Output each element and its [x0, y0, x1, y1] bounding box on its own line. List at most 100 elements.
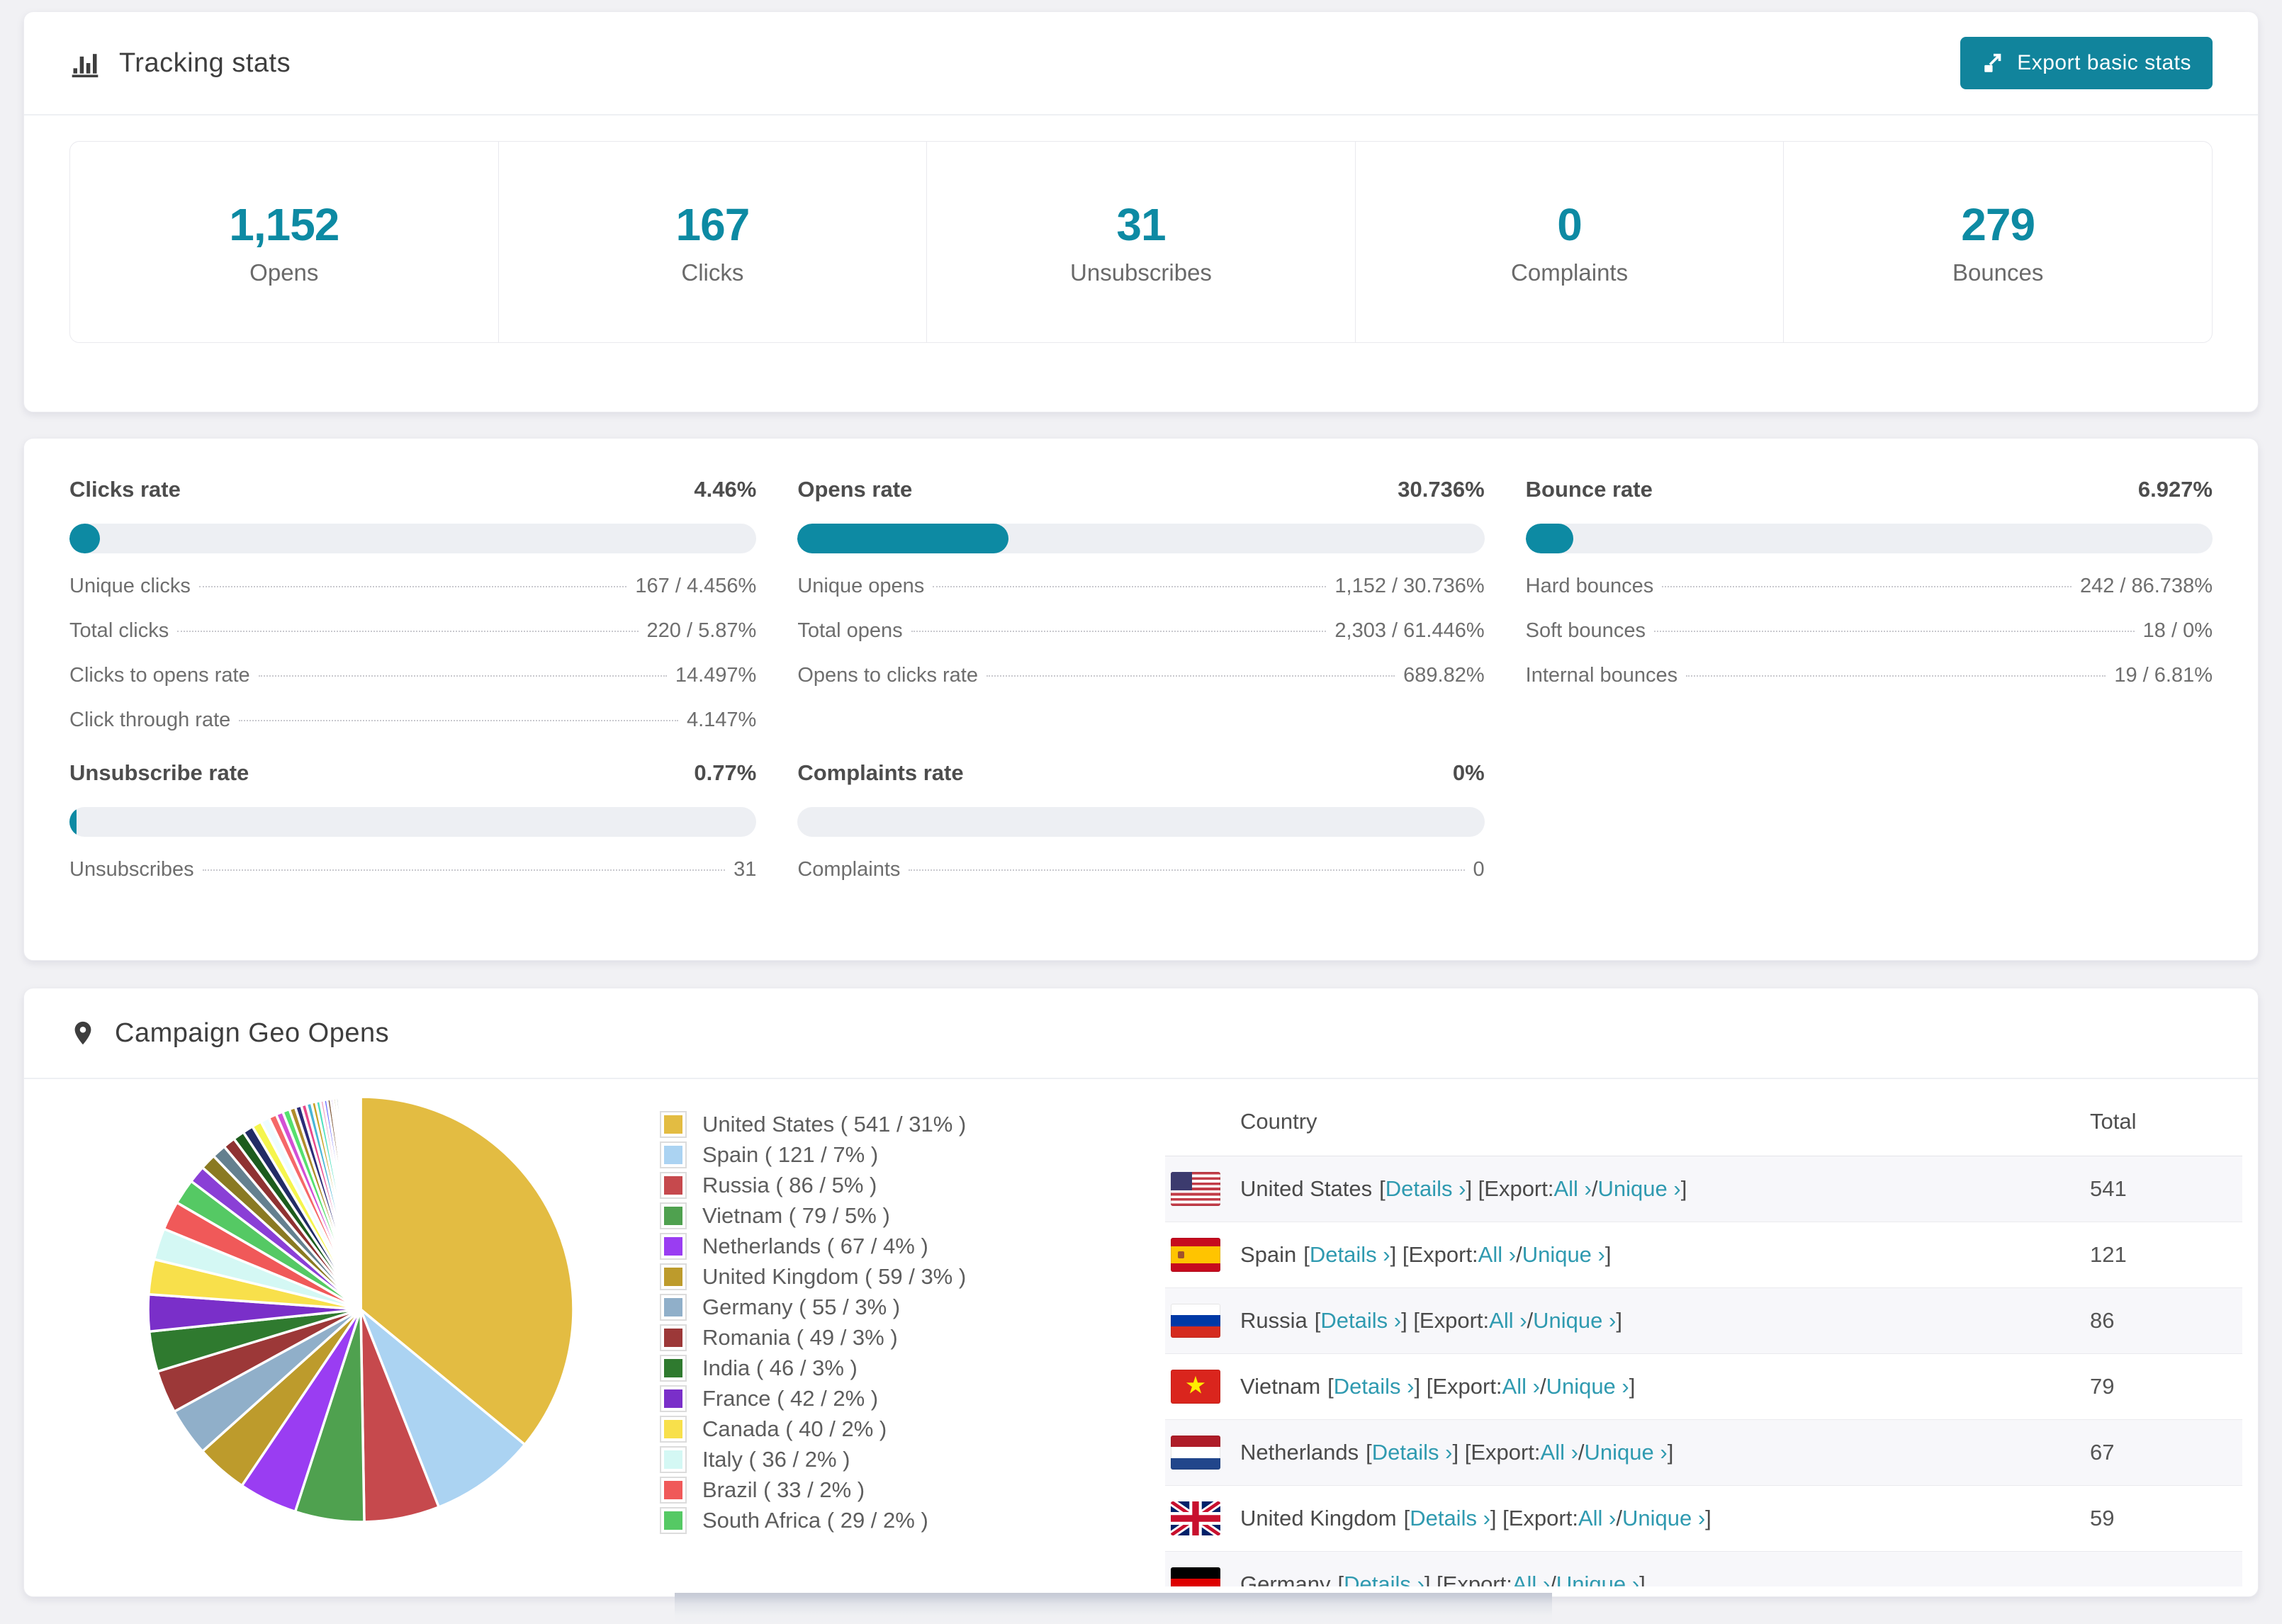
rate-header: Unsubscribe rate 0.77% — [69, 760, 756, 786]
export-all-link[interactable]: All › — [1502, 1374, 1540, 1399]
rate-detail-value: 689.82% — [1403, 664, 1485, 687]
rate-progress-fill — [1525, 524, 1573, 553]
separator-text: / — [1616, 1506, 1622, 1530]
export-unique-link[interactable]: Unique › — [1622, 1506, 1705, 1531]
details-link[interactable]: Details › — [1310, 1242, 1390, 1268]
total-value: 541 — [2090, 1176, 2127, 1201]
details-link[interactable]: Details › — [1410, 1506, 1490, 1531]
rate-progress-bar — [1525, 524, 2213, 553]
rate-value: 30.736% — [1398, 477, 1485, 502]
separator-text: / — [1539, 1374, 1546, 1399]
rate-value: 0.77% — [694, 760, 757, 785]
geo-table-header-country: Country — [1240, 1109, 1317, 1134]
export-unique-link[interactable]: Unique › — [1598, 1176, 1681, 1202]
rates-grid: Clicks rate 4.46% Unique clicks 167 / 4.456… — [69, 477, 2213, 881]
geo-card-title: Campaign Geo Opens — [69, 1017, 389, 1049]
rate-detail-label: Unique opens — [797, 575, 925, 597]
geo-legend: United States ( 541 / 31% ) Spain ( 121 /… — [633, 1109, 986, 1586]
legend-swatch — [660, 1202, 687, 1229]
stat-box: 1,152 Opens — [70, 142, 498, 342]
export-unique-link[interactable]: Unique › — [1585, 1440, 1668, 1465]
legend-swatch — [660, 1385, 687, 1412]
bracket-text: ] — [1616, 1308, 1622, 1333]
details-link[interactable]: Details › — [1344, 1572, 1424, 1586]
us-flag-icon — [1171, 1172, 1220, 1206]
export-all-link[interactable]: All › — [1578, 1506, 1616, 1531]
rate-header: Complaints rate 0% — [797, 760, 1484, 786]
details-link[interactable]: Details › — [1372, 1440, 1453, 1465]
rate-detail-label: Total clicks — [69, 619, 169, 642]
export-label: ] [Export: — [1390, 1242, 1478, 1267]
legend-swatch — [660, 1415, 687, 1443]
export-all-link[interactable]: All › — [1541, 1440, 1578, 1465]
separator-text: / — [1591, 1176, 1598, 1201]
country-name: United Kingdom — [1240, 1506, 1397, 1530]
legend-swatch — [660, 1263, 687, 1290]
legend-label: Netherlands ( 67 / 4% ) — [702, 1233, 928, 1258]
export-all-link[interactable]: All › — [1478, 1242, 1516, 1268]
rate-detail-row: Unsubscribes 31 — [69, 858, 756, 881]
details-link[interactable]: Details › — [1320, 1308, 1401, 1333]
rate-progress-bar — [797, 524, 1485, 553]
legend-label: Spain ( 121 / 7% ) — [702, 1141, 879, 1167]
separator-text: / — [1516, 1242, 1522, 1267]
bracket-text: ] — [1604, 1242, 1612, 1267]
rate-detail-value: 19 / 6.81% — [2114, 664, 2213, 687]
export-basic-stats-button[interactable]: Export basic stats — [1960, 37, 2213, 89]
leader-dots — [1662, 586, 2072, 587]
country-name: United States — [1240, 1176, 1373, 1201]
bracket-text: [ — [1379, 1176, 1386, 1201]
country-cell: Netherlands[Details ›] [Export: All › / … — [1165, 1436, 2079, 1470]
rate-detail-row: Total opens 2,303 / 61.446% — [797, 619, 1484, 643]
legend-label: Germany ( 55 / 3% ) — [702, 1294, 901, 1319]
leader-dots — [986, 675, 1395, 677]
rate-detail-value: 242 / 86.738% — [2079, 575, 2213, 597]
legend-label: India ( 46 / 3% ) — [702, 1355, 858, 1380]
export-all-link[interactable]: All › — [1489, 1308, 1527, 1333]
bracket-text: ] — [1639, 1572, 1646, 1586]
rate-detail-value: 18 / 0% — [2142, 619, 2213, 642]
country-cell: United Kingdom[Details ›] [Export: All ›… — [1165, 1501, 2079, 1535]
details-link[interactable]: Details › — [1334, 1374, 1415, 1399]
bracket-text: ] — [1629, 1374, 1636, 1399]
export-unique-link[interactable]: Unique › — [1546, 1374, 1629, 1399]
legend-item: Spain ( 121 / 7% ) — [660, 1139, 986, 1170]
stat-value: 1,152 — [229, 198, 339, 250]
rate-detail-label: Unique clicks — [69, 575, 191, 597]
legend-swatch — [660, 1293, 687, 1321]
rate-detail-list: Unique opens 1,152 / 30.736% Total opens 2,… — [797, 575, 1484, 687]
legend-swatch-color — [664, 1480, 682, 1499]
export-all-link[interactable]: All › — [1553, 1176, 1591, 1202]
rate-detail-value: 0 — [1473, 858, 1485, 881]
stats-summary-row: 1,152 Opens 167 Clicks 31 Unsubscribes 0 Compla… — [69, 141, 2213, 343]
export-unique-link[interactable]: Unique › — [1533, 1308, 1616, 1333]
legend-item: United Kingdom ( 59 / 3% ) — [660, 1261, 986, 1292]
separator-text: / — [1527, 1308, 1534, 1333]
legend-label: Vietnam ( 79 / 5% ) — [702, 1202, 890, 1228]
table-row: United Kingdom[Details ›] [Export: All ›… — [1165, 1486, 2242, 1552]
legend-item: Netherlands ( 67 / 4% ) — [660, 1231, 986, 1261]
rate-title: Clicks rate — [69, 477, 181, 502]
rate-detail-value: 220 / 5.87% — [646, 619, 757, 642]
stat-label: Bounces — [1952, 259, 2044, 286]
export-label: ] [Export: — [1452, 1440, 1541, 1465]
rate-value: 0% — [1452, 760, 1485, 785]
legend-swatch-color — [664, 1115, 682, 1134]
rate-detail-row: Click through rate 4.147% — [69, 709, 756, 732]
rate-progress-bar — [69, 524, 757, 553]
export-unique-link[interactable]: Unique › — [1522, 1242, 1605, 1268]
stat-value: 279 — [1961, 198, 2035, 250]
total-value: 121 — [2090, 1242, 2127, 1267]
rate-detail-list: Complaints 0 — [797, 858, 1484, 881]
rate-detail-value: 167 / 4.456% — [635, 575, 757, 597]
legend-item: South Africa ( 29 / 2% ) — [660, 1505, 986, 1535]
country-name: Vietnam — [1240, 1374, 1321, 1399]
pie-slice-other — [359, 1095, 362, 1311]
details-link[interactable]: Details › — [1386, 1176, 1466, 1202]
export-all-link[interactable]: All › — [1512, 1572, 1550, 1586]
export-unique-link[interactable]: Unique › — [1556, 1572, 1639, 1586]
rate-progress-bar — [69, 807, 757, 837]
legend-label: South Africa ( 29 / 2% ) — [702, 1507, 928, 1533]
rate-block: Complaints rate 0% Complaints 0 — [797, 760, 1485, 881]
country-cell: Vietnam[Details ›] [Export: All › / Uniq… — [1165, 1370, 2079, 1404]
